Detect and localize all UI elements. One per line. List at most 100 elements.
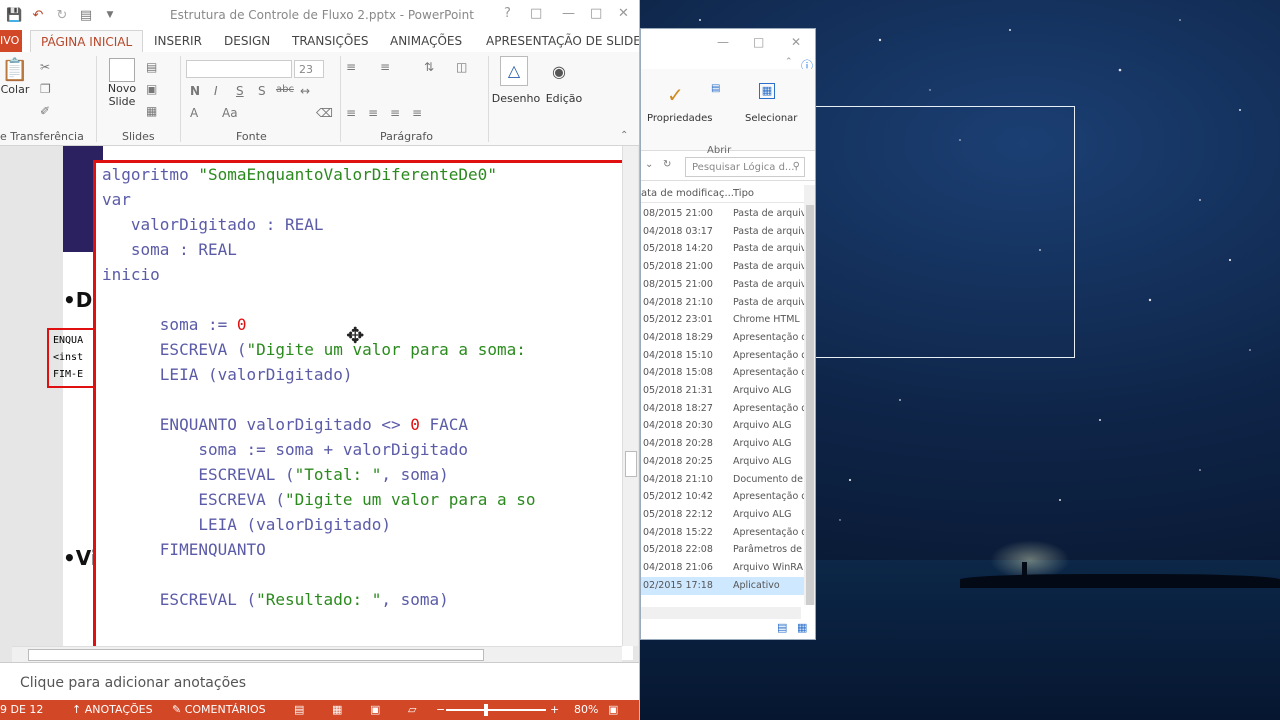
file-row[interactable]: 04/2018 18:29 Apresentação d xyxy=(641,329,807,347)
properties-button[interactable]: Propriedades xyxy=(647,113,712,124)
tab-transicoes[interactable]: TRANSIÇÕES xyxy=(292,34,369,48)
customize-qat-icon[interactable]: ▼ xyxy=(102,10,118,20)
column-type[interactable]: Tipo xyxy=(733,188,754,199)
collapse-ribbon-icon[interactable]: ⌃ xyxy=(620,130,628,141)
help-icon[interactable]: ? xyxy=(504,6,511,21)
save-icon[interactable]: 💾 xyxy=(6,8,22,23)
shadow-icon[interactable]: S xyxy=(258,84,266,98)
file-row[interactable]: 04/2018 20:28 Arquivo ALG xyxy=(641,435,807,453)
tiles-view-icon[interactable]: ▦ xyxy=(797,621,807,634)
align-center-icon[interactable]: ≡ xyxy=(368,106,378,120)
zoom-slider-thumb[interactable] xyxy=(484,704,488,716)
close-icon[interactable]: ✕ xyxy=(791,35,801,49)
redo-icon[interactable]: ↻ xyxy=(54,8,70,23)
minimize-icon[interactable]: — xyxy=(562,6,575,21)
file-row[interactable]: 02/2015 17:18 Aplicativo xyxy=(641,576,807,595)
horizontal-scrollbar[interactable] xyxy=(641,607,801,619)
maximize-icon[interactable]: □ xyxy=(590,6,602,21)
scroll-thumb[interactable] xyxy=(806,205,814,605)
slide-sorter-icon[interactable]: ▦ xyxy=(332,703,342,716)
file-row[interactable]: 05/2018 22:08 Parâmetros de xyxy=(641,541,807,559)
vertical-scrollbar[interactable] xyxy=(804,185,815,605)
underline-icon[interactable]: S xyxy=(236,84,244,98)
file-row[interactable]: 04/2018 21:06 Arquivo WinRA xyxy=(641,559,807,577)
section-icon[interactable]: ▦ xyxy=(146,104,157,118)
file-row[interactable]: 08/2015 21:00 Pasta de arquiv xyxy=(641,276,807,294)
zoom-level[interactable]: 80% xyxy=(574,703,598,716)
slideshow-icon[interactable]: ▱ xyxy=(408,703,416,716)
ribbon-display-icon[interactable]: □ xyxy=(530,6,542,21)
font-family-select[interactable] xyxy=(186,60,292,78)
comments-toggle[interactable]: ✎ COMENTÁRIOS xyxy=(172,703,266,716)
align-left-icon[interactable]: ≡ xyxy=(346,106,356,120)
file-row[interactable]: 04/2018 18:27 Apresentação d xyxy=(641,400,807,418)
file-row[interactable]: 04/2018 03:17 Pasta de arquiv xyxy=(641,223,807,241)
line-spacing-icon[interactable]: ⇅ xyxy=(424,60,434,74)
layout-icon[interactable]: ▤ xyxy=(146,60,157,74)
file-row[interactable]: 05/2012 23:01 Chrome HTML xyxy=(641,311,807,329)
tab-apresentacao[interactable]: APRESENTAÇÃO DE SLIDES xyxy=(486,34,639,48)
column-date[interactable]: ata de modificaç... xyxy=(641,188,734,199)
select-button[interactable]: Selecionar xyxy=(745,113,797,124)
tab-pagina-inicial[interactable]: PÁGINA INICIAL xyxy=(30,30,144,54)
chevron-down-icon[interactable]: ⌄ xyxy=(645,159,653,170)
columns-icon[interactable]: ◫ xyxy=(456,60,467,74)
normal-view-icon[interactable]: ▤ xyxy=(294,703,304,716)
open-icon[interactable]: ▤ xyxy=(711,83,720,94)
present-icon[interactable]: ▤ xyxy=(78,8,94,23)
tab-file[interactable]: IVO xyxy=(0,30,22,52)
italic-icon[interactable]: I xyxy=(214,84,218,98)
reading-view-icon[interactable]: ▣ xyxy=(370,703,380,716)
strikethrough-icon[interactable]: abc xyxy=(276,84,294,95)
zoom-slider[interactable] xyxy=(446,709,546,711)
zoom-out-icon[interactable]: − xyxy=(436,703,445,716)
code-textbox[interactable]: algoritmo "SomaEnquantoValorDiferenteDe0… xyxy=(93,160,633,660)
change-case-icon[interactable]: Aa xyxy=(222,106,238,120)
align-right-icon[interactable]: ≡ xyxy=(390,106,400,120)
file-row[interactable]: 08/2015 21:00 Pasta de arquiv xyxy=(641,205,807,223)
new-slide-button[interactable]: Novo Slide xyxy=(104,58,140,108)
horizontal-scrollbar[interactable] xyxy=(12,646,622,662)
font-size-select[interactable]: 23 xyxy=(294,60,324,78)
file-row[interactable]: 04/2018 15:08 Apresentação d xyxy=(641,364,807,382)
collapse-ribbon-icon[interactable]: ⌃ xyxy=(785,57,793,67)
file-row[interactable]: 05/2018 21:00 Pasta de arquiv xyxy=(641,258,807,276)
properties-icon[interactable]: ✓ xyxy=(667,83,684,107)
font-color-icon[interactable]: A xyxy=(190,106,198,120)
drawing-button[interactable]: Desenho xyxy=(490,92,542,105)
file-row[interactable]: 04/2018 21:10 Documento de xyxy=(641,471,807,489)
binoculars-icon[interactable]: ◉ xyxy=(552,62,566,81)
reset-icon[interactable]: ▣ xyxy=(146,82,157,96)
refresh-icon[interactable]: ↻ xyxy=(663,159,671,170)
close-icon[interactable]: ✕ xyxy=(618,6,629,21)
clear-format-icon[interactable]: ⌫ xyxy=(316,106,333,120)
scroll-thumb[interactable] xyxy=(28,649,484,661)
justify-icon[interactable]: ≡ xyxy=(412,106,422,120)
cut-icon[interactable]: ✂ xyxy=(40,60,50,74)
file-row[interactable]: 05/2018 22:12 Arquivo ALG xyxy=(641,506,807,524)
drawing-icon[interactable]: △ xyxy=(500,56,528,86)
numbering-icon[interactable]: ≡ xyxy=(380,60,390,74)
bold-icon[interactable]: N xyxy=(190,84,200,98)
paste-button[interactable]: 📋 Colar xyxy=(0,58,30,96)
maximize-icon[interactable]: □ xyxy=(753,35,764,49)
notes-toggle[interactable]: ↑ ANOTAÇÕES xyxy=(72,703,153,716)
file-row[interactable]: 05/2018 21:31 Arquivo ALG xyxy=(641,382,807,400)
file-row[interactable]: 05/2018 14:20 Pasta de arquiv xyxy=(641,240,807,258)
file-row[interactable]: 04/2018 20:30 Arquivo ALG xyxy=(641,417,807,435)
file-row[interactable]: 04/2018 21:10 Pasta de arquiv xyxy=(641,294,807,312)
copy-icon[interactable]: ❐ xyxy=(40,82,51,96)
vertical-scrollbar[interactable] xyxy=(622,146,638,646)
zoom-in-icon[interactable]: + xyxy=(550,703,559,716)
editing-button[interactable]: Edição xyxy=(544,92,584,105)
fit-slide-icon[interactable]: ▣ xyxy=(608,703,618,716)
file-row[interactable]: 04/2018 15:22 Apresentação d xyxy=(641,524,807,542)
bullets-icon[interactable]: ≡ xyxy=(346,60,356,74)
tab-inserir[interactable]: INSERIR xyxy=(154,34,202,48)
scroll-thumb[interactable] xyxy=(625,451,637,477)
file-row[interactable]: 05/2012 10:42 Apresentação d xyxy=(641,488,807,506)
details-view-icon[interactable]: ▤ xyxy=(777,621,787,634)
undo-icon[interactable]: ↶ xyxy=(30,8,46,23)
minimize-icon[interactable]: — xyxy=(717,35,729,49)
format-painter-icon[interactable]: ✐ xyxy=(40,104,50,118)
